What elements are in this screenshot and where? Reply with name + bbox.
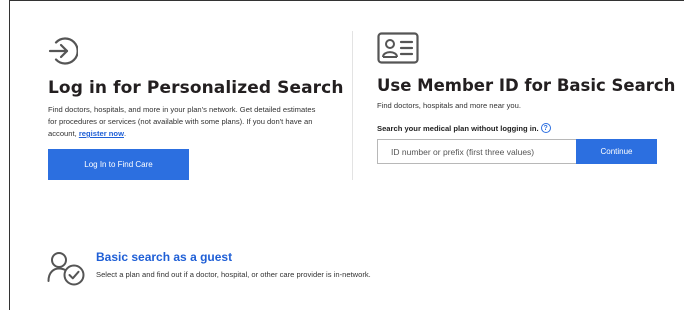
search-plan-label: Search your medical plan without logging… xyxy=(377,123,551,133)
basic-search-as-guest-link[interactable]: Basic search as a guest xyxy=(96,250,232,264)
member-id-section-description: Find doctors, hospitals and more near yo… xyxy=(377,101,521,110)
guest-user-check-icon xyxy=(47,252,85,286)
login-arrow-icon xyxy=(48,37,78,65)
continue-button[interactable]: Continue xyxy=(576,139,657,164)
search-plan-label-text: Search your medical plan without logging… xyxy=(377,123,539,133)
register-now-link[interactable]: register now xyxy=(79,129,124,138)
login-description-end: . xyxy=(123,129,127,138)
member-id-input[interactable] xyxy=(377,139,576,164)
section-divider xyxy=(352,31,353,180)
id-card-icon xyxy=(377,32,419,64)
member-id-section-title: Use Member ID for Basic Search xyxy=(377,76,676,95)
log-in-to-find-care-button[interactable]: Log In to Find Care xyxy=(48,149,189,180)
login-section-title: Log in for Personalized Search xyxy=(48,78,344,98)
login-section-description: Find doctors, hospitals, and more in you… xyxy=(48,104,318,140)
guest-section-description: Select a plan and find out if a doctor, … xyxy=(96,270,371,279)
help-icon[interactable]: ? xyxy=(540,123,551,133)
